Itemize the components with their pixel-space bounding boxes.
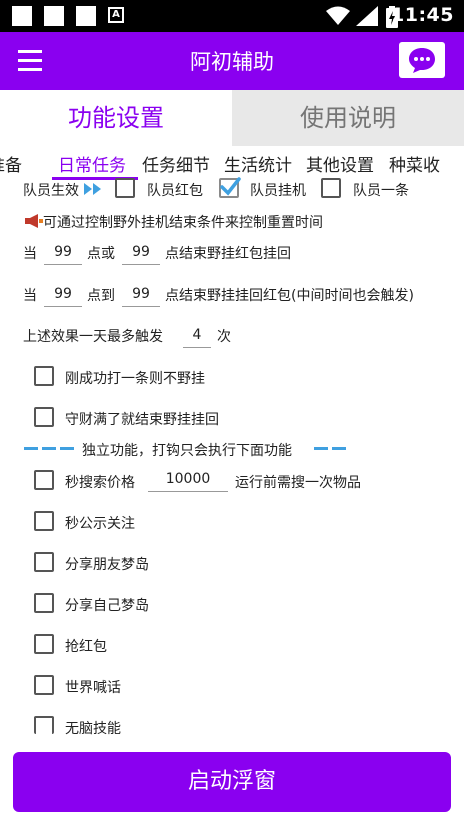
skip-wild-idle-checkbox[interactable]	[34, 366, 54, 386]
share-own-dream-label: 分享自己梦岛	[65, 598, 149, 614]
wifi-icon	[326, 6, 350, 25]
team-one-label: 队员一条	[353, 183, 409, 199]
subtab-prepare[interactable]: 准备	[0, 151, 22, 176]
search-price-input[interactable]	[148, 466, 228, 492]
skip-wild-idle-label: 刚成功打一条则不野挂	[65, 371, 205, 387]
subtab-daily-tasks[interactable]: 日常任务	[58, 151, 126, 176]
subtab-life-stats[interactable]: 生活统计	[224, 151, 292, 176]
notification-icon	[44, 6, 64, 26]
notice-follow-checkbox[interactable]	[34, 511, 54, 531]
tab-function-settings[interactable]: 功能设置	[0, 90, 232, 146]
notice-text: 可通过控制野外挂机结束条件来控制重置时间	[43, 215, 323, 231]
guard-full-checkbox[interactable]	[34, 407, 54, 427]
double-arrow-icon	[84, 183, 101, 195]
subtab-task-details[interactable]: 任务细节	[142, 151, 210, 176]
notice-follow-label: 秒公示关注	[65, 516, 135, 532]
start-floating-window-button[interactable]: 启动浮窗	[13, 752, 451, 812]
tab-instructions[interactable]: 使用说明	[232, 90, 464, 146]
notification-badge-icon: A	[108, 7, 124, 23]
subtab-other-settings[interactable]: 其他设置	[306, 151, 374, 176]
main-tabs: 功能设置 使用说明	[0, 90, 464, 146]
trigger-count-input[interactable]	[183, 322, 211, 348]
checkmark-icon	[220, 177, 241, 196]
grab-redpacket-label: 抢红包	[65, 639, 107, 655]
divider-dash	[42, 447, 56, 450]
trigger-suffix: 次	[217, 329, 231, 345]
guard-full-label: 守财满了就结束野挂挂回	[65, 412, 219, 428]
world-shout-checkbox[interactable]	[34, 675, 54, 695]
search-price-checkbox[interactable]	[34, 470, 54, 490]
signal-icon	[356, 6, 378, 26]
clock: 11:45	[391, 4, 454, 26]
grab-redpacket-checkbox[interactable]	[34, 634, 54, 654]
team-redpacket-label: 队员红包	[147, 183, 203, 199]
divider-dash	[60, 447, 74, 450]
cond1-prefix: 当	[23, 246, 37, 262]
cond1-hour2-input[interactable]	[122, 239, 160, 265]
subtab-farming[interactable]: 种菜收	[389, 151, 440, 176]
cond2-hour2-input[interactable]	[122, 281, 160, 307]
world-shout-label: 世界喊话	[65, 680, 121, 696]
divider-dash	[24, 447, 38, 450]
cond2-mid: 点到	[87, 288, 115, 304]
chat-button[interactable]	[399, 42, 445, 78]
search-price-label: 秒搜索价格	[65, 475, 135, 491]
app-bar: 阿初辅助	[0, 32, 464, 90]
search-price-suffix: 运行前需搜一次物品	[235, 475, 361, 491]
divider-dash	[332, 447, 346, 450]
divider-dash	[314, 447, 328, 450]
share-friend-dream-checkbox[interactable]	[34, 552, 54, 572]
team-idle-checkbox[interactable]	[219, 177, 241, 198]
cond1-mid: 点或	[87, 246, 115, 262]
team-one-checkbox[interactable]	[321, 178, 341, 198]
notification-icon	[76, 6, 96, 26]
team-idle-label: 队员挂机	[250, 183, 306, 199]
divider-text: 独立功能，打钩只会执行下面功能	[82, 443, 292, 459]
mindless-skill-label: 无脑技能	[65, 721, 121, 737]
cond1-hour1-input[interactable]	[44, 239, 82, 265]
team-label: 队员生效	[23, 183, 79, 199]
megaphone-icon	[25, 214, 43, 228]
cond2-suffix: 点结束野挂挂回红包(中间时间也会触发)	[165, 288, 414, 304]
team-redpacket-checkbox[interactable]	[115, 178, 135, 198]
cond2-prefix: 当	[23, 288, 37, 304]
share-friend-dream-label: 分享朋友梦岛	[65, 557, 149, 573]
cond1-suffix: 点结束野挂红包挂回	[165, 246, 291, 262]
status-bar: A 11:45	[0, 0, 464, 32]
mindless-skill-checkbox[interactable]	[34, 716, 54, 734]
chat-icon	[409, 48, 435, 73]
cond2-hour1-input[interactable]	[44, 281, 82, 307]
notification-icon	[12, 6, 32, 26]
share-own-dream-checkbox[interactable]	[34, 593, 54, 613]
trigger-prefix: 上述效果一天最多触发	[23, 329, 163, 345]
app-title: 阿初辅助	[190, 50, 274, 74]
